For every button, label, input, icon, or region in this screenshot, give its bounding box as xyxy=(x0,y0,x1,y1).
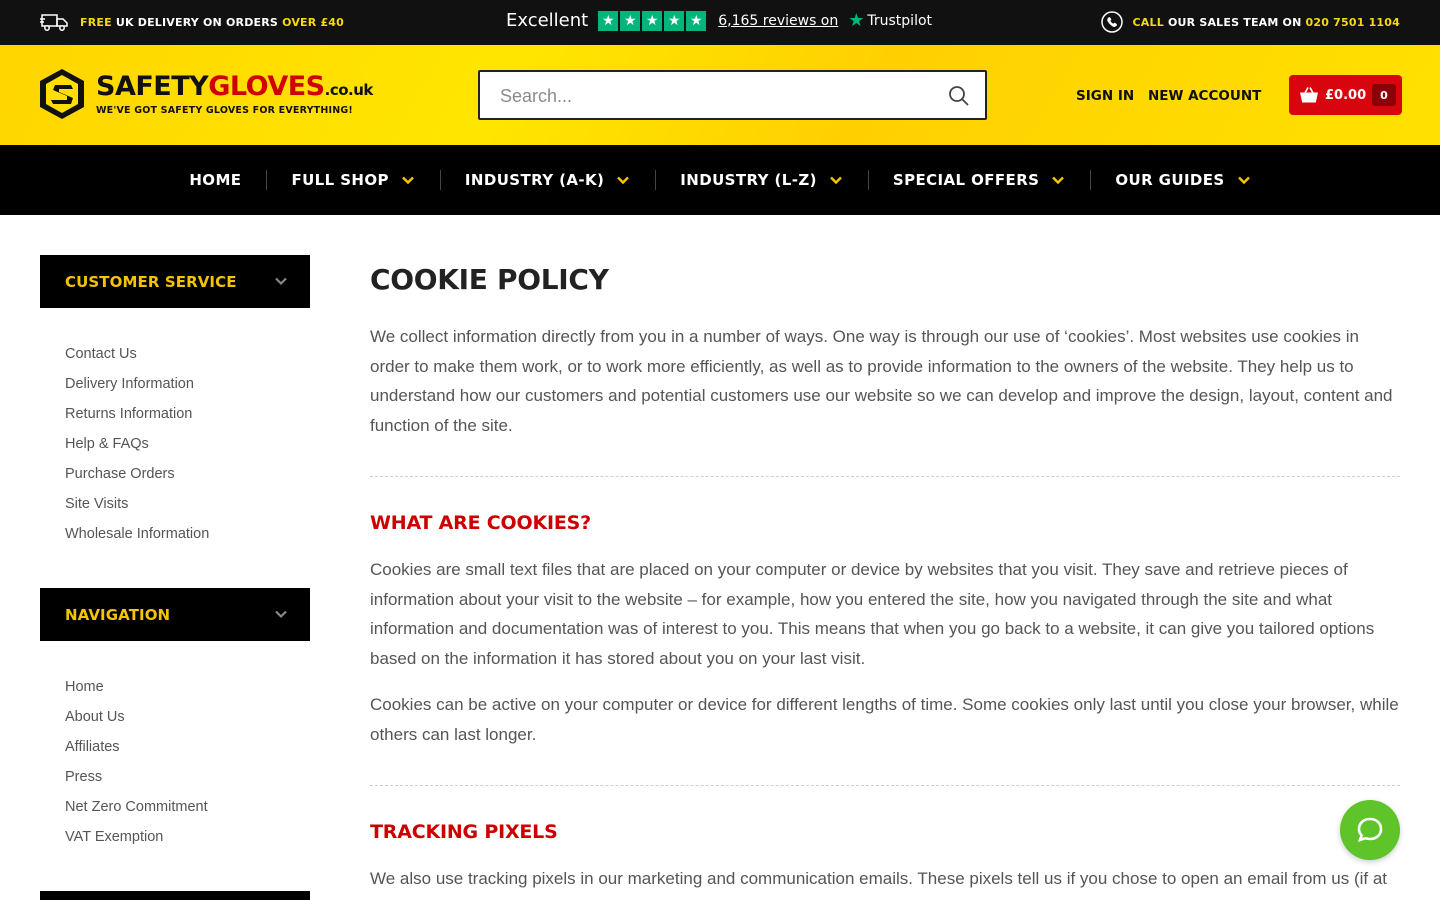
main-nav: HOME FULL SHOP INDUSTRY (A-K) INDUSTRY (… xyxy=(0,145,1440,215)
sidebox-title: NAVIGATION xyxy=(65,605,171,624)
chat-button[interactable] xyxy=(1340,800,1400,860)
page-title: COOKIE POLICY xyxy=(370,263,609,296)
search-input[interactable] xyxy=(500,84,920,108)
cart-count-badge: 0 xyxy=(1372,84,1396,106)
star-icon: ★ xyxy=(598,10,619,31)
sidebar-link-contact-us[interactable]: Contact Us xyxy=(65,339,209,369)
chevron-down-icon xyxy=(617,176,630,185)
star-icon: ★ xyxy=(664,10,685,31)
logo-tagline: WE'VE GOT SAFETY GLOVES FOR EVERYTHING! xyxy=(96,104,353,116)
nav-label: HOME xyxy=(189,171,242,189)
reviews-link[interactable]: 6,165 reviews on xyxy=(718,13,838,29)
sidebar-link-returns[interactable]: Returns Information xyxy=(65,399,209,429)
delivery-free: FREE xyxy=(80,15,112,29)
cart-button[interactable]: £0.00 0 xyxy=(1289,75,1402,115)
sign-in-link[interactable]: SIGN IN xyxy=(1076,88,1134,104)
call-label: CALL xyxy=(1132,15,1164,29)
phone-number: 020 7501 1104 xyxy=(1305,15,1400,29)
chevron-down-icon xyxy=(1052,176,1065,185)
delivery-truck-icon xyxy=(40,14,68,31)
sidebar-link-purchase-orders[interactable]: Purchase Orders xyxy=(65,459,209,489)
nav-industry-a-k[interactable]: INDUSTRY (A-K) xyxy=(439,170,655,190)
nav-special-offers[interactable]: SPECIAL OFFERS xyxy=(867,170,1090,190)
section-heading: TRACKING PIXELS xyxy=(370,821,558,843)
nav-label: OUR GUIDES xyxy=(1115,171,1225,189)
nav-industry-l-z[interactable]: INDUSTRY (L-Z) xyxy=(655,170,868,190)
chat-bubble-icon xyxy=(1357,817,1383,843)
trustpilot-star-icon: ★ xyxy=(848,10,865,31)
sidebar-link-home[interactable]: Home xyxy=(65,672,208,702)
sidebar-link-press[interactable]: Press xyxy=(65,762,208,792)
sidebar-link-vat-exemption[interactable]: VAT Exemption xyxy=(65,822,208,852)
chevron-down-icon xyxy=(275,277,287,286)
sidebar-box-partial xyxy=(40,891,310,900)
nav-label: SPECIAL OFFERS xyxy=(892,171,1040,189)
trustpilot-widget[interactable]: Excellent ★ ★ ★ ★ ★ 6,165 reviews on ★ Tr… xyxy=(506,10,932,31)
top-bar: FREE UK DELIVERY ON ORDERS OVER £40 Exce… xyxy=(0,0,1440,45)
sidebar-link-help-faqs[interactable]: Help & FAQs xyxy=(65,429,209,459)
nav-label: FULL SHOP xyxy=(291,171,389,189)
sales-phone[interactable]: CALL OUR SALES TEAM ON 020 7501 1104 xyxy=(1100,11,1400,33)
customer-service-toggle[interactable]: CUSTOMER SERVICE xyxy=(40,255,310,308)
section-heading: WHAT ARE COOKIES? xyxy=(370,512,591,534)
site-header: SAFETYGLOVES.co.uk WE'VE GOT SAFETY GLOV… xyxy=(0,45,1440,145)
sidebar-link-wholesale[interactable]: Wholesale Information xyxy=(65,519,209,549)
navigation-toggle[interactable]: NAVIGATION xyxy=(40,588,310,641)
chevron-down-icon xyxy=(1237,176,1250,185)
nav-our-guides[interactable]: OUR GUIDES xyxy=(1090,170,1275,190)
logo-gloves: GLOVES xyxy=(208,70,325,102)
search-icon[interactable] xyxy=(947,84,971,108)
sidebar-link-affiliates[interactable]: Affiliates xyxy=(65,732,208,762)
nav-label: INDUSTRY (L-Z) xyxy=(680,171,817,189)
intro-paragraph: We collect information directly from you… xyxy=(370,327,1393,436)
chevron-down-icon xyxy=(275,610,287,619)
divider xyxy=(370,476,1400,477)
new-account-link[interactable]: NEW ACCOUNT xyxy=(1148,88,1261,104)
section-paragraph: We also use tracking pixels in our marke… xyxy=(370,869,1388,888)
star-icon: ★ xyxy=(686,10,707,31)
star-icon: ★ xyxy=(642,10,663,31)
section-paragraph: Cookies are small text files that are pl… xyxy=(370,560,1375,669)
rating-stars: ★ ★ ★ ★ ★ xyxy=(598,10,707,31)
sidebar-link-site-visits[interactable]: Site Visits xyxy=(65,489,209,519)
delivery-threshold: OVER £40 xyxy=(282,15,345,29)
customer-service-list: Contact Us Delivery Information Returns … xyxy=(65,339,209,549)
sidebar-link-net-zero[interactable]: Net Zero Commitment xyxy=(65,792,208,822)
logo-mark-icon xyxy=(40,69,84,119)
cart-amount: £0.00 xyxy=(1325,87,1367,103)
search-box xyxy=(478,70,987,120)
nav-label: INDUSTRY (A-K) xyxy=(464,171,605,189)
site-logo[interactable]: SAFETYGLOVES.co.uk WE'VE GOT SAFETY GLOV… xyxy=(38,67,373,121)
phone-icon xyxy=(1100,11,1123,33)
chevron-down-icon xyxy=(830,176,842,185)
trustpilot-label: Trustpilot xyxy=(867,12,933,29)
logo-tld: .co.uk xyxy=(324,80,374,99)
basket-icon xyxy=(1300,87,1318,103)
star-icon: ★ xyxy=(620,10,641,31)
logo-safety: SAFETY xyxy=(96,70,209,102)
divider xyxy=(370,785,1400,786)
section-paragraph: Cookies can be active on your computer o… xyxy=(370,695,1399,744)
delivery-text: UK DELIVERY ON ORDERS xyxy=(111,15,283,29)
nav-full-shop[interactable]: FULL SHOP xyxy=(266,170,439,190)
rating-word: Excellent xyxy=(506,10,589,31)
delivery-banner: FREE UK DELIVERY ON ORDERS OVER £40 xyxy=(40,12,344,32)
trustpilot-logo: ★ Trustpilot xyxy=(848,10,932,31)
navigation-list: Home About Us Affiliates Press Net Zero … xyxy=(65,672,208,852)
sidebar-link-delivery[interactable]: Delivery Information xyxy=(65,369,209,399)
sidebox-title: CUSTOMER SERVICE xyxy=(65,272,237,291)
call-text: OUR SALES TEAM ON xyxy=(1163,15,1306,29)
chevron-down-icon xyxy=(402,176,414,185)
nav-home[interactable]: HOME xyxy=(164,171,266,189)
sidebar-link-about-us[interactable]: About Us xyxy=(65,702,208,732)
